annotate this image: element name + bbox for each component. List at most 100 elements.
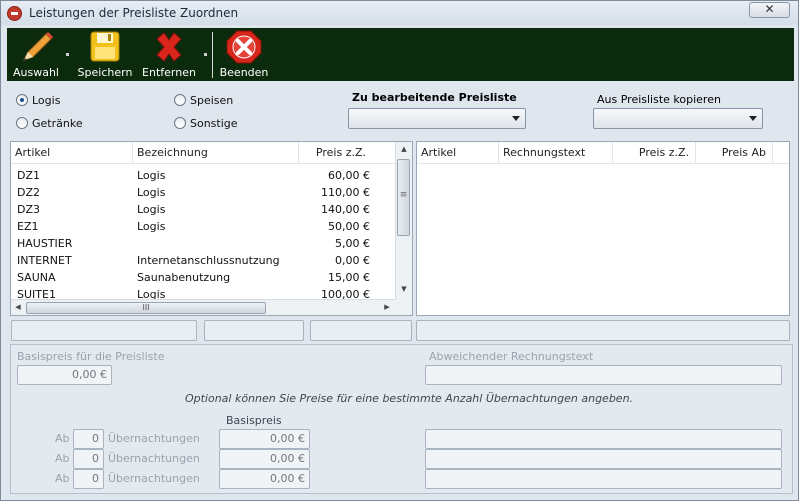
- abweichender-text-label: Abweichender Rechnungstext: [429, 350, 594, 363]
- radio-logis-label: Logis: [32, 94, 61, 107]
- cell-artikel: SAUNA: [17, 271, 56, 284]
- dropdown-dot: [204, 53, 207, 56]
- auswahl-button[interactable]: Auswahl: [11, 30, 61, 80]
- articles-grid-header: Artikel Bezeichnung Preis z.Z.: [11, 142, 396, 164]
- cell-bezeichnung: [137, 235, 297, 252]
- tier-ab-label: Ab: [55, 452, 70, 465]
- table-row[interactable]: INTERNET Internetanschlussnutzung 0,00 €: [11, 252, 396, 269]
- tier-price-input[interactable]: 0,00 €: [219, 429, 310, 449]
- scroll-thumb[interactable]: III: [26, 302, 266, 314]
- column-header-bezeichnung[interactable]: Bezeichnung: [133, 142, 299, 164]
- app-logo-icon: [7, 6, 22, 21]
- chevron-down-icon: [749, 116, 757, 121]
- pencil-icon: [23, 32, 53, 62]
- dialog-window: Leistungen der Preisliste Zuordnen ✕ Aus…: [0, 0, 799, 501]
- scroll-thumb[interactable]: ≡: [397, 159, 410, 236]
- entfernen-button[interactable]: Entfernen: [141, 30, 197, 80]
- tier-text-input[interactable]: [425, 449, 782, 469]
- column-header-preis-ab[interactable]: Preis Ab: [696, 142, 773, 164]
- beenden-button[interactable]: Beenden: [218, 30, 270, 80]
- column-header-rechnungstext[interactable]: Rechnungstext: [499, 142, 613, 164]
- copy-pricelist-label: Aus Preisliste kopieren: [597, 93, 721, 106]
- scroll-corner: [396, 299, 412, 315]
- column-header-artikel[interactable]: Artikel: [11, 142, 133, 164]
- radio-unchecked-icon: [174, 117, 186, 129]
- table-row[interactable]: EZ1 Logis 50,00 €: [11, 218, 396, 235]
- cell-preis: 5,00 €: [335, 237, 370, 250]
- table-row[interactable]: DZ1 Logis 60,00 €: [11, 167, 396, 184]
- cell-preis: 110,00 €: [321, 186, 370, 199]
- tier-text-input[interactable]: [425, 429, 782, 449]
- cell-bezeichnung: Saunabenutzung: [137, 271, 231, 284]
- basispreis-label: Basispreis für die Preisliste: [17, 350, 165, 363]
- window-title: Leistungen der Preisliste Zuordnen: [29, 6, 239, 20]
- details-panel: Basispreis für die Preisliste 0,00 € Abw…: [10, 344, 793, 494]
- cell-artikel: EZ1: [17, 220, 39, 233]
- tier-price-input[interactable]: 0,00 €: [219, 469, 310, 489]
- assigned-items-grid[interactable]: Artikel Rechnungstext Preis z.Z. Preis A…: [416, 141, 790, 316]
- horizontal-scrollbar[interactable]: ◀ III ▶: [11, 299, 396, 315]
- tier-text-input[interactable]: [425, 469, 782, 489]
- tier-count-input[interactable]: 0: [73, 469, 104, 489]
- table-row[interactable]: DZ2 Logis 110,00 €: [11, 184, 396, 201]
- title-bar: Leistungen der Preisliste Zuordnen ✕: [1, 1, 798, 25]
- radio-speisen[interactable]: Speisen: [174, 94, 233, 108]
- chevron-down-icon: [512, 116, 520, 121]
- column-header-artikel[interactable]: Artikel: [417, 142, 499, 164]
- window-close-button[interactable]: ✕: [749, 2, 790, 18]
- speichern-label: Speichern: [77, 66, 133, 79]
- abweichender-text-input[interactable]: [425, 365, 782, 385]
- scroll-right-icon[interactable]: ▶: [382, 303, 392, 311]
- radio-getraenke[interactable]: Getränke: [16, 117, 83, 131]
- table-row[interactable]: DZ3 Logis 140,00 €: [11, 201, 396, 218]
- cell-preis: 15,00 €: [328, 271, 370, 284]
- radio-sonstige[interactable]: Sonstige: [174, 117, 238, 131]
- tier-unit-label: Übernachtungen: [108, 432, 200, 445]
- radio-sonstige-label: Sonstige: [190, 117, 238, 130]
- column-header-preis[interactable]: Preis z.Z.: [299, 142, 396, 164]
- vertical-scrollbar[interactable]: ▲ ≡ ▼: [395, 142, 412, 299]
- speichern-button[interactable]: Speichern: [76, 30, 134, 80]
- status-field-2: [204, 320, 304, 341]
- entfernen-label: Entfernen: [142, 66, 196, 79]
- radio-speisen-label: Speisen: [190, 94, 234, 107]
- radio-checked-icon: [16, 94, 28, 106]
- cell-artikel: DZ3: [17, 203, 41, 216]
- scroll-grip: ≡: [399, 190, 408, 200]
- edit-pricelist-label: Zu bearbeitende Preisliste: [352, 91, 517, 104]
- basispreis-input[interactable]: 0,00 €: [17, 365, 112, 385]
- edit-pricelist-select[interactable]: [348, 108, 526, 129]
- tier-price-input[interactable]: 0,00 €: [219, 449, 310, 469]
- tier-unit-label: Übernachtungen: [108, 472, 200, 485]
- floppy-disk-icon: [90, 31, 120, 62]
- cell-artikel: DZ1: [17, 169, 41, 182]
- scroll-down-icon[interactable]: ▼: [396, 285, 412, 293]
- table-row[interactable]: SAUNA Saunabenutzung 15,00 €: [11, 269, 396, 286]
- cell-bezeichnung: Logis: [137, 169, 166, 182]
- dropdown-dot: [66, 53, 69, 56]
- tier-count-input[interactable]: 0: [73, 449, 104, 469]
- tier-count-input[interactable]: 0: [73, 429, 104, 449]
- cell-bezeichnung: Logis: [137, 203, 166, 216]
- copy-pricelist-select[interactable]: [593, 108, 763, 129]
- cell-artikel: HAUSTIER: [17, 237, 73, 250]
- cell-preis: 50,00 €: [328, 220, 370, 233]
- assigned-grid-header: Artikel Rechnungstext Preis z.Z. Preis A…: [417, 142, 789, 164]
- basispreis-column-header: Basispreis: [226, 414, 282, 427]
- red-x-icon: [156, 32, 182, 62]
- cell-artikel: DZ2: [17, 186, 41, 199]
- radio-unchecked-icon: [16, 117, 28, 129]
- cell-preis: 140,00 €: [321, 203, 370, 216]
- cell-preis: 0,00 €: [335, 254, 370, 267]
- scroll-up-icon[interactable]: ▲: [396, 145, 412, 153]
- scroll-left-icon[interactable]: ◀: [13, 303, 23, 311]
- radio-logis[interactable]: Logis: [16, 94, 60, 108]
- column-header-preis-zz[interactable]: Preis z.Z.: [613, 142, 696, 164]
- cell-preis: 60,00 €: [328, 169, 370, 182]
- tier-ab-label: Ab: [55, 432, 70, 445]
- articles-grid[interactable]: Artikel Bezeichnung Preis z.Z. DZ1 Logis 6…: [10, 141, 413, 316]
- table-row[interactable]: HAUSTIER 5,00 €: [11, 235, 396, 252]
- status-field-4: [416, 320, 790, 341]
- cell-bezeichnung: Internetanschlussnutzung: [137, 254, 280, 267]
- tier-unit-label: Übernachtungen: [108, 452, 200, 465]
